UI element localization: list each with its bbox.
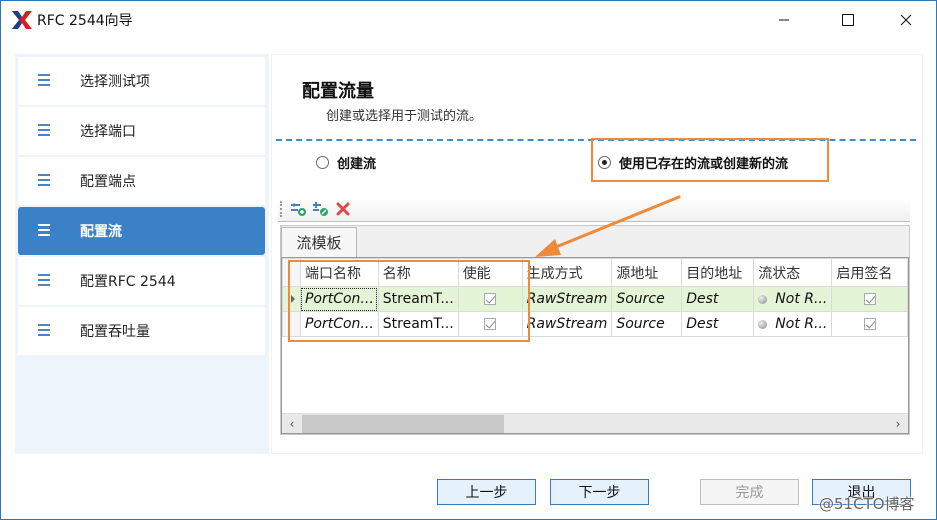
- column-header-port-name[interactable]: 端口名称: [299, 258, 379, 287]
- cell-stream-status[interactable]: Not R...: [753, 286, 833, 312]
- minimize-icon: [779, 19, 789, 21]
- sidebar-item-config-throughput[interactable]: 配置吞吐量: [18, 307, 265, 355]
- maximize-icon: [842, 14, 854, 26]
- sidebar-item-config-streams[interactable]: 配置流: [18, 207, 265, 255]
- use-existing-stream-radio[interactable]: [598, 156, 611, 169]
- sidebar-item-label: 配置RFC 2544: [80, 274, 176, 290]
- sidebar-item-config-endpoints[interactable]: 配置端点: [18, 157, 265, 205]
- use-existing-stream-label: 使用已存在的流或创建新的流: [619, 157, 789, 172]
- sidebar-item-label: 配置流: [80, 224, 122, 240]
- app-logo-icon: [12, 11, 32, 29]
- column-header-dest-address[interactable]: 目的地址: [681, 258, 755, 287]
- scrollbar-thumb[interactable]: [302, 415, 504, 433]
- cell-source-address[interactable]: Source: [611, 286, 683, 312]
- horizontal-scrollbar[interactable]: ‹ ›: [282, 413, 908, 433]
- row-selector[interactable]: [282, 286, 301, 312]
- wizard-window: RFC 2544向导 选择测试项 选择端口 配置端点 配置流 配置RFC 254…: [0, 0, 937, 520]
- title-bar: RFC 2544向导: [1, 1, 936, 39]
- exit-button[interactable]: 退出: [812, 479, 911, 505]
- add-stream-icon: [291, 202, 306, 216]
- wizard-steps-sidebar: 选择测试项 选择端口 配置端点 配置流 配置RFC 2544 配置吞吐量: [15, 54, 269, 454]
- finish-button[interactable]: 完成: [700, 479, 799, 505]
- list-icon: [38, 224, 50, 236]
- cell-enabled[interactable]: [457, 286, 523, 312]
- stream-toolbar: [278, 196, 910, 222]
- stream-template-tabpane: 流模板 端口名称 名称 使能 生成方式 源地址 目的地址 流状态 启用签名 Po…: [280, 225, 910, 435]
- list-icon: [38, 274, 50, 286]
- create-stream-radio[interactable]: [316, 156, 329, 169]
- cell-name[interactable]: StreamT...: [377, 286, 459, 312]
- status-text: Not R...: [775, 291, 828, 307]
- cell-enable-signature[interactable]: [831, 311, 908, 337]
- column-header-enabled[interactable]: 使能: [457, 258, 523, 287]
- scroll-left-button[interactable]: ‹: [282, 414, 302, 433]
- column-header-enable-signature[interactable]: 启用签名: [831, 258, 908, 287]
- column-header-source-address[interactable]: 源地址: [611, 258, 683, 287]
- table-row[interactable]: PortCon... StreamT... RawStream Source D…: [282, 311, 908, 337]
- grid-header-row: 端口名称 名称 使能 生成方式 源地址 目的地址 流状态 启用签名: [282, 258, 908, 287]
- sidebar-item-label: 选择测试项: [80, 74, 150, 90]
- toolbar-grip[interactable]: [280, 200, 284, 217]
- window-title: RFC 2544向导: [37, 13, 133, 29]
- cell-source-address[interactable]: Source: [611, 311, 683, 337]
- status-dot-icon: [758, 319, 768, 329]
- cell-enable-signature[interactable]: [831, 286, 908, 312]
- maximize-button[interactable]: [825, 5, 871, 35]
- delete-icon: [336, 202, 350, 215]
- table-row[interactable]: PortCon... StreamT... RawStream Source D…: [282, 286, 908, 312]
- cell-generation-mode[interactable]: RawStream: [521, 311, 613, 337]
- status-text: Not R...: [775, 316, 828, 332]
- list-icon: [38, 174, 50, 186]
- cell-dest-address[interactable]: Dest: [681, 311, 755, 337]
- row-selector[interactable]: [282, 311, 301, 337]
- row-header-corner: [282, 258, 301, 287]
- sidebar-item-select-tests[interactable]: 选择测试项: [18, 57, 265, 105]
- cell-port-name[interactable]: PortCon...: [299, 286, 379, 312]
- column-header-generation-mode[interactable]: 生成方式: [521, 258, 613, 287]
- enabled-checkbox[interactable]: [484, 318, 497, 330]
- delete-stream-button[interactable]: [332, 199, 354, 219]
- dashed-separator: [276, 139, 916, 141]
- list-icon: [38, 124, 50, 136]
- sidebar-item-label: 配置吞吐量: [80, 324, 150, 340]
- list-icon: [38, 324, 50, 336]
- minimize-button[interactable]: [761, 5, 807, 35]
- create-stream-option[interactable]: 创建流: [316, 153, 376, 172]
- edit-stream-button[interactable]: [310, 199, 332, 219]
- stream-table: 端口名称 名称 使能 生成方式 源地址 目的地址 流状态 启用签名 PortCo…: [282, 258, 908, 337]
- cell-generation-mode[interactable]: RawStream: [521, 286, 613, 312]
- next-button[interactable]: 下一步: [550, 479, 649, 505]
- cell-enabled[interactable]: [457, 311, 523, 337]
- edit-stream-icon: [313, 201, 328, 216]
- content-panel: 配置流量 创建或选择用于测试的流。 创建流 使用已存在的流或创建新的流 流模板 …: [271, 54, 923, 454]
- cell-name[interactable]: StreamT...: [377, 311, 459, 337]
- close-icon: [900, 14, 912, 26]
- page-subtitle: 创建或选择用于测试的流。: [326, 109, 483, 124]
- signature-checkbox[interactable]: [863, 318, 876, 330]
- previous-button[interactable]: 上一步: [437, 479, 536, 505]
- sidebar-item-label: 选择端口: [80, 124, 136, 140]
- current-row-arrow-icon: [291, 295, 295, 303]
- stream-grid: 端口名称 名称 使能 生成方式 源地址 目的地址 流状态 启用签名 PortCo…: [281, 257, 909, 434]
- column-header-name[interactable]: 名称: [377, 258, 459, 287]
- sidebar-item-label: 配置端点: [80, 174, 136, 190]
- cell-stream-status[interactable]: Not R...: [753, 311, 833, 337]
- signature-checkbox[interactable]: [863, 293, 876, 305]
- page-title: 配置流量: [302, 81, 374, 102]
- sidebar-item-config-rfc2544[interactable]: 配置RFC 2544: [18, 257, 265, 305]
- cell-dest-address[interactable]: Dest: [681, 286, 755, 312]
- column-header-stream-status[interactable]: 流状态: [753, 258, 833, 287]
- tab-stream-template[interactable]: 流模板: [281, 227, 357, 257]
- scroll-right-button[interactable]: ›: [888, 414, 908, 433]
- cell-port-name[interactable]: PortCon...: [299, 311, 379, 337]
- close-button[interactable]: [883, 5, 929, 35]
- use-existing-stream-option[interactable]: 使用已存在的流或创建新的流: [598, 153, 788, 172]
- list-icon: [38, 74, 50, 86]
- enabled-checkbox[interactable]: [484, 293, 497, 305]
- create-stream-label: 创建流: [337, 157, 377, 172]
- add-stream-button[interactable]: [288, 199, 310, 219]
- status-dot-icon: [758, 294, 768, 304]
- sidebar-item-select-ports[interactable]: 选择端口: [18, 107, 265, 155]
